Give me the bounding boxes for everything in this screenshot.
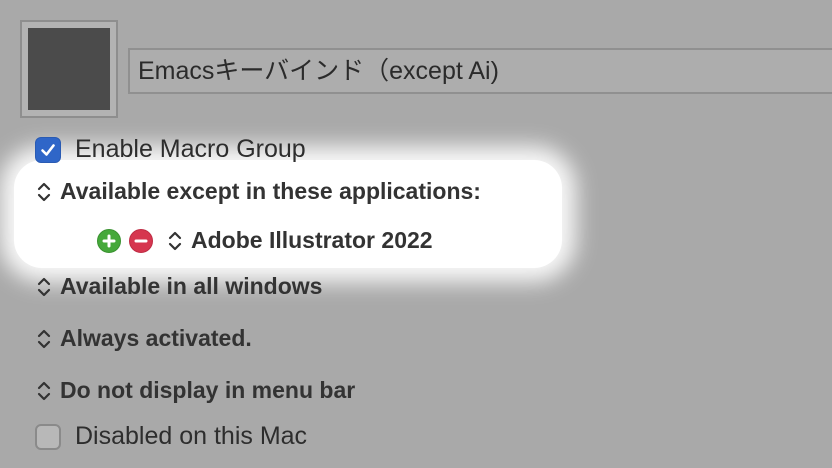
macro-group-icon-well[interactable]: [20, 20, 118, 118]
plus-icon: [102, 234, 116, 247]
add-application-button[interactable]: [97, 228, 121, 253]
availability-popup-label: Available except in these applications:: [60, 178, 481, 204]
availability-popup[interactable]: Available except in these applications:: [36, 178, 481, 205]
activation-label: Always activated.: [60, 325, 252, 351]
remove-application-button[interactable]: [129, 228, 153, 253]
windows-condition-popup[interactable]: Available in all windows: [36, 273, 322, 300]
minus-icon: [134, 239, 148, 242]
disabled-on-mac-label: Disabled on this Mac: [75, 422, 308, 450]
enable-macro-group-checkbox[interactable]: [35, 136, 61, 163]
menu-bar-popup[interactable]: Do not display in menu bar: [36, 377, 355, 404]
enable-macro-group-row[interactable]: Enable Macro Group: [35, 135, 306, 164]
up-down-chevron-icon: [37, 277, 51, 296]
application-name: Adobe Illustrator 2022: [191, 227, 433, 253]
application-popup[interactable]: Adobe Illustrator 2022: [167, 227, 433, 254]
disabled-on-mac-row[interactable]: Disabled on this Mac: [35, 422, 307, 451]
application-row: Adobe Illustrator 2022: [97, 227, 433, 254]
activation-popup[interactable]: Always activated.: [36, 325, 252, 352]
enable-macro-group-label: Enable Macro Group: [75, 135, 306, 163]
macro-group-name-field[interactable]: Emacsキーバインド（except Ai): [128, 48, 832, 94]
disabled-on-mac-checkbox[interactable]: [35, 423, 61, 450]
up-down-chevron-icon: [37, 329, 51, 348]
up-down-chevron-icon: [37, 381, 51, 400]
menu-bar-label: Do not display in menu bar: [60, 377, 356, 403]
windows-condition-label: Available in all windows: [60, 273, 323, 299]
up-down-chevron-icon: [168, 231, 182, 250]
checkmark-icon: [41, 143, 55, 156]
up-down-chevron-icon: [37, 182, 51, 201]
group-icon: [28, 28, 110, 110]
